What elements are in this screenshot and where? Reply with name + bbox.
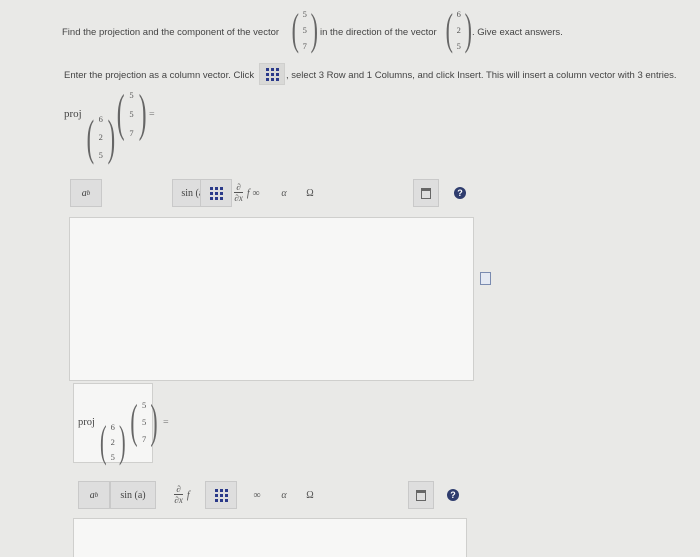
proj-vector-entry: 5	[129, 90, 134, 100]
instruction-suffix: , select 3 Row and 1 Columns, and click …	[286, 70, 677, 81]
alpha-button[interactable]: α	[273, 179, 295, 207]
instruction-prefix: Enter the projection as a column vector.…	[64, 70, 255, 81]
proj-sub-entry-2: 6	[110, 422, 115, 432]
help-button-2[interactable]: ?	[441, 481, 465, 509]
trash-icon	[421, 187, 431, 199]
vector-u: ( 6 2 5 )	[445, 5, 472, 54]
vector-u-entry: 2	[456, 24, 461, 35]
equals-sign: =	[149, 109, 155, 120]
answer-input-area[interactable]	[69, 217, 474, 381]
equals-sign-2: =	[163, 417, 169, 428]
vector-v-entry: 5	[302, 9, 307, 19]
help-icon: ?	[447, 489, 459, 501]
help-button[interactable]: ?	[448, 179, 472, 207]
proj-vector-entry-2: 5	[141, 400, 147, 410]
question-prefix: Find the projection and the component of…	[62, 27, 280, 38]
proj-label: proj	[64, 108, 82, 120]
derivative-button-2[interactable]: ∂ ∂x f	[162, 481, 202, 509]
omega-button[interactable]: Ω	[299, 179, 321, 207]
proj-vector-entry: 7	[129, 127, 134, 138]
infinity-button[interactable]: ∞	[245, 179, 267, 207]
alpha-button-2[interactable]: α	[273, 481, 295, 509]
trash-button-2[interactable]	[408, 481, 434, 509]
proj-vector-2: ( 5 5 7 )	[130, 395, 158, 448]
help-icon: ?	[454, 187, 466, 199]
trash-icon	[416, 489, 426, 501]
vector-u-entry: 5	[456, 40, 461, 51]
matrix-button[interactable]	[200, 179, 232, 207]
vector-v-entry: 5	[302, 24, 307, 35]
proj-sub-entry-2: 5	[110, 451, 115, 462]
infinity-button-2[interactable]: ∞	[246, 481, 268, 509]
vector-v: ( 5 5 7 )	[291, 5, 318, 54]
vector-v-entry: 7	[302, 40, 307, 51]
proj-sub-entry-2: 2	[110, 436, 115, 447]
omega-button-2[interactable]: Ω	[299, 481, 321, 509]
answer-input-area-2[interactable]	[73, 518, 467, 557]
proj-subscript-vector-2: ( 6 2 5 )	[100, 417, 126, 466]
matrix-button-2[interactable]	[205, 481, 237, 509]
proj-label-2: proj	[78, 417, 95, 428]
trash-button[interactable]	[413, 179, 439, 207]
power-button-2[interactable]: ab	[78, 481, 110, 509]
matrix-icon[interactable]	[259, 63, 285, 85]
power-button[interactable]: ab	[70, 179, 102, 207]
question-middle: in the direction of the vector	[320, 27, 437, 38]
proj-sub-entry: 6	[98, 114, 103, 124]
vector-u-entry: 6	[456, 9, 461, 19]
question-suffix: . Give exact answers.	[472, 27, 563, 38]
proj-vector-entry: 5	[129, 108, 134, 119]
proj-vector-entry-2: 5	[141, 416, 147, 427]
sin-button-2[interactable]: sin (a)	[110, 481, 156, 509]
notepad-icon[interactable]	[480, 272, 491, 285]
proj-sub-entry: 2	[98, 131, 103, 142]
proj-vector-entry-2: 7	[141, 433, 147, 444]
proj-vector: ( 5 5 7 )	[116, 85, 147, 142]
proj-sub-entry: 5	[98, 149, 103, 160]
